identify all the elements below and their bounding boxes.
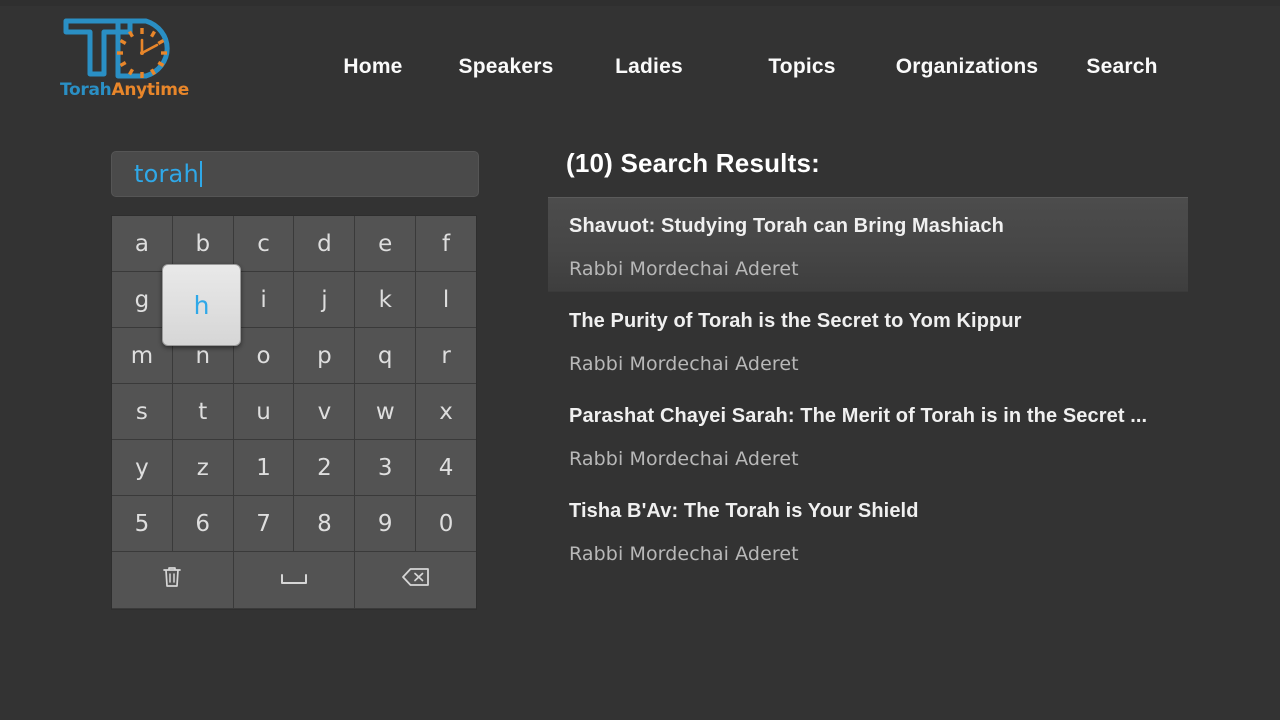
key-f[interactable]: f	[416, 216, 476, 271]
key-a[interactable]: a	[112, 216, 173, 271]
trash-icon	[161, 565, 183, 595]
key-p[interactable]: p	[294, 328, 356, 383]
search-result-item[interactable]: Tisha B'Av: The Torah is Your Shield Rab…	[548, 482, 1188, 577]
keyboard-row: 5 6 7 8 9 0	[112, 496, 476, 552]
nav-item-ladies[interactable]: Ladies	[576, 55, 722, 79]
nav-item-speakers[interactable]: Speakers	[436, 55, 576, 79]
key-x[interactable]: x	[416, 384, 476, 439]
site-header: TorahAnytime Home Speakers Ladies Topics…	[0, 0, 1280, 118]
key-9[interactable]: 9	[355, 496, 417, 551]
search-result-title: Shavuot: Studying Torah can Bring Mashia…	[569, 215, 1004, 237]
keyboard-action-row	[112, 552, 476, 609]
key-v[interactable]: v	[294, 384, 356, 439]
search-result-item[interactable]: The Purity of Torah is the Secret to Yom…	[548, 292, 1188, 387]
key-z[interactable]: z	[173, 440, 234, 495]
key-2[interactable]: 2	[294, 440, 356, 495]
key-8[interactable]: 8	[294, 496, 356, 551]
key-k[interactable]: k	[355, 272, 417, 327]
nav-item-organizations[interactable]: Organizations	[882, 55, 1052, 79]
clear-all-key[interactable]	[112, 552, 234, 608]
space-icon	[279, 567, 309, 593]
keyboard-row: y z 1 2 3 4	[112, 440, 476, 496]
search-input[interactable]: torah	[111, 151, 479, 197]
onscreen-keyboard: a b c d e f g i j k l m n o p q r s t u	[111, 215, 477, 610]
search-result-speaker: Rabbi Mordechai Aderet	[569, 353, 799, 375]
key-d[interactable]: d	[294, 216, 356, 271]
backspace-key[interactable]	[355, 552, 476, 608]
keyboard-row: s t u v w x	[112, 384, 476, 440]
space-key[interactable]	[234, 552, 356, 608]
search-result-item[interactable]: Shavuot: Studying Torah can Bring Mashia…	[548, 197, 1188, 292]
key-e[interactable]: e	[355, 216, 417, 271]
nav-item-home[interactable]: Home	[310, 55, 436, 79]
key-0[interactable]: 0	[416, 496, 476, 551]
key-w[interactable]: w	[355, 384, 417, 439]
nav-item-topics[interactable]: Topics	[722, 55, 882, 79]
search-results-list: Shavuot: Studying Torah can Bring Mashia…	[548, 197, 1188, 577]
key-b[interactable]: b	[173, 216, 234, 271]
key-s[interactable]: s	[112, 384, 173, 439]
main-navigation: Home Speakers Ladies Topics Organization…	[310, 50, 1210, 84]
logo-wordmark-torah: Torah	[60, 80, 112, 100]
search-result-title: The Purity of Torah is the Secret to Yom…	[569, 310, 1022, 332]
key-c[interactable]: c	[234, 216, 295, 271]
key-l[interactable]: l	[416, 272, 476, 327]
logo-wordmark-anytime: Anytime	[111, 80, 189, 100]
search-result-speaker: Rabbi Mordechai Aderet	[569, 258, 799, 280]
backspace-icon	[401, 566, 431, 594]
key-u[interactable]: u	[234, 384, 295, 439]
search-result-speaker: Rabbi Mordechai Aderet	[569, 543, 799, 565]
search-result-title: Tisha B'Av: The Torah is Your Shield	[569, 500, 919, 522]
logo-wordmark: TorahAnytime	[60, 80, 189, 100]
search-results-panel: (10) Search Results: Shavuot: Studying T…	[548, 148, 1188, 577]
key-h-focused[interactable]: h	[162, 264, 241, 346]
search-results-heading: (10) Search Results:	[566, 148, 820, 178]
key-1[interactable]: 1	[234, 440, 295, 495]
key-j[interactable]: j	[294, 272, 356, 327]
site-logo[interactable]: TorahAnytime	[58, 12, 189, 104]
text-caret	[199, 161, 202, 187]
key-5[interactable]: 5	[112, 496, 173, 551]
key-3[interactable]: 3	[355, 440, 417, 495]
nav-item-search[interactable]: Search	[1052, 55, 1192, 79]
key-6[interactable]: 6	[173, 496, 234, 551]
torahanytime-logo-icon	[58, 12, 184, 80]
key-q[interactable]: q	[355, 328, 417, 383]
key-7[interactable]: 7	[234, 496, 295, 551]
key-4[interactable]: 4	[416, 440, 476, 495]
search-result-speaker: Rabbi Mordechai Aderet	[569, 448, 799, 470]
search-result-item[interactable]: Parashat Chayei Sarah: The Merit of Tora…	[548, 387, 1188, 482]
key-o[interactable]: o	[234, 328, 295, 383]
key-y[interactable]: y	[112, 440, 173, 495]
key-r[interactable]: r	[416, 328, 476, 383]
search-input-value: torah	[134, 160, 199, 188]
search-panel: torah a b c d e f g i j k l m n o p q r	[111, 151, 479, 610]
search-result-title: Parashat Chayei Sarah: The Merit of Tora…	[569, 405, 1148, 427]
key-i[interactable]: i	[234, 272, 295, 327]
key-t[interactable]: t	[173, 384, 234, 439]
